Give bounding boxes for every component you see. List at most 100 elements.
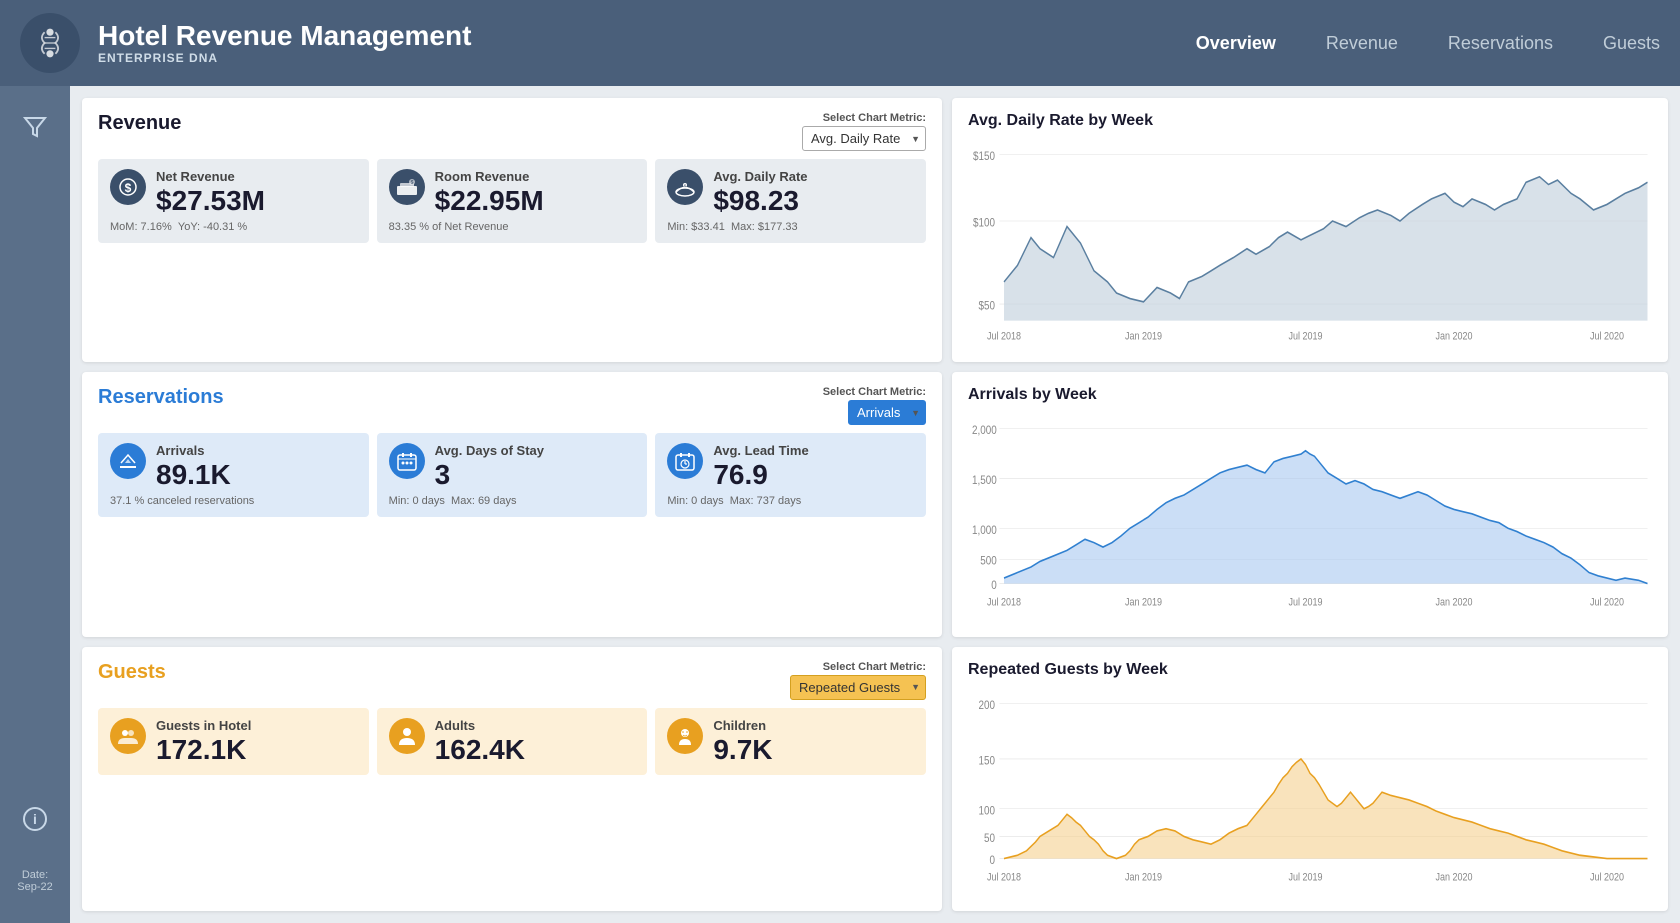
reservations-metrics-row: Arrivals 89.1K 37.1 % canceled reservati…	[98, 433, 926, 517]
svg-text:$150: $150	[973, 150, 995, 163]
avg-daily-rate-icon: $	[667, 169, 703, 205]
revenue-select-wrapper[interactable]: Avg. Daily Rate	[802, 126, 926, 151]
svg-text:50: 50	[984, 832, 995, 845]
svg-text:0: 0	[991, 580, 997, 593]
children-card: Children 9.7K	[655, 708, 926, 776]
reservations-panel: Reservations Select Chart Metric: Arriva…	[82, 372, 942, 636]
svg-text:Jan 2020: Jan 2020	[1435, 872, 1472, 884]
reservations-select-area: Select Chart Metric: Arrivals	[823, 386, 926, 425]
left-panels: Revenue Select Chart Metric: Avg. Daily …	[82, 98, 942, 911]
avg-daily-rate-chart-panel: Avg. Daily Rate by Week $150 $100 $50	[952, 98, 1668, 362]
avg-days-label: Avg. Days of Stay	[435, 443, 544, 458]
svg-text:i: i	[33, 811, 37, 827]
guests-select-wrapper[interactable]: Repeated Guests	[790, 675, 926, 700]
room-revenue-value: $22.95M	[435, 186, 544, 217]
header-title-block: Hotel Revenue Management ENTERPRISE DNA	[98, 21, 1196, 66]
revenue-title: Revenue	[98, 112, 181, 135]
avg-lead-card: Avg. Lead Time 76.9 Min: 0 days Max: 737…	[655, 433, 926, 517]
repeated-guests-chart-panel: Repeated Guests by Week 200 150 100 50 0	[952, 647, 1668, 911]
svg-text:Jul 2020: Jul 2020	[1590, 872, 1624, 884]
svg-text:Jan 2019: Jan 2019	[1125, 872, 1162, 884]
arrivals-chart-panel: Arrivals by Week 2,000 1,500 1,000 500 0	[952, 372, 1668, 636]
avg-daily-rate-sub: Min: $33.41 Max: $177.33	[667, 221, 914, 233]
arrivals-card: Arrivals 89.1K 37.1 % canceled reservati…	[98, 433, 369, 517]
guests-metrics-row: Guests in Hotel 172.1K	[98, 708, 926, 776]
subtitle-rest: DNA	[189, 51, 218, 65]
reservations-title: Reservations	[98, 386, 224, 409]
app-title: Hotel Revenue Management	[98, 21, 1196, 52]
avg-days-sub: Min: 0 days Max: 69 days	[389, 495, 636, 507]
nav-overview[interactable]: Overview	[1196, 33, 1276, 54]
nav-revenue[interactable]: Revenue	[1326, 33, 1398, 54]
guests-hotel-card: Guests in Hotel 172.1K	[98, 708, 369, 776]
avg-daily-rate-card: $ Avg. Daily Rate $98.23 Min: $33.41 Max…	[655, 159, 926, 243]
nav-reservations[interactable]: Reservations	[1448, 33, 1553, 54]
reservations-select-wrapper[interactable]: Arrivals	[848, 400, 926, 425]
filter-icon[interactable]	[15, 106, 55, 146]
guests-select-area: Select Chart Metric: Repeated Guests	[790, 661, 926, 700]
svg-text:Jan 2019: Jan 2019	[1125, 331, 1162, 343]
guests-panel: Guests Select Chart Metric: Repeated Gue…	[82, 647, 942, 911]
svg-text:Jul 2019: Jul 2019	[1289, 331, 1323, 343]
children-icon	[667, 718, 703, 754]
svg-text:$: $	[410, 180, 413, 186]
adults-icon	[389, 718, 425, 754]
repeated-guests-svg: 200 150 100 50 0	[968, 687, 1652, 897]
net-revenue-icon: $	[110, 169, 146, 205]
svg-text:Jul 2019: Jul 2019	[1289, 872, 1323, 884]
room-revenue-icon: $	[389, 169, 425, 205]
net-revenue-card: $ Net Revenue $27.53M MoM: 7.16% YoY: -4…	[98, 159, 369, 243]
repeated-guests-chart-title: Repeated Guests by Week	[968, 661, 1652, 679]
avg-daily-rate-chart-title: Avg. Daily Rate by Week	[968, 112, 1652, 130]
info-icon[interactable]: i	[15, 799, 55, 839]
avg-days-value: 3	[435, 460, 544, 491]
room-revenue-card: $ Room Revenue $22.95M 83.35 % of Net Re…	[377, 159, 648, 243]
guests-header-row: Guests Select Chart Metric: Repeated Gue…	[98, 661, 926, 700]
avg-days-card: Avg. Days of Stay 3 Min: 0 days Max: 69 …	[377, 433, 648, 517]
room-revenue-label: Room Revenue	[435, 169, 544, 184]
guests-title: Guests	[98, 661, 166, 684]
avg-lead-label: Avg. Lead Time	[713, 443, 808, 458]
svg-text:1,500: 1,500	[972, 474, 997, 487]
arrivals-value: 89.1K	[156, 460, 231, 491]
svg-text:Jul 2018: Jul 2018	[987, 597, 1021, 609]
room-revenue-sub: 83.35 % of Net Revenue	[389, 221, 636, 233]
revenue-select-area: Select Chart Metric: Avg. Daily Rate	[802, 112, 926, 151]
adults-value: 162.4K	[435, 735, 525, 766]
svg-text:2,000: 2,000	[972, 425, 997, 438]
svg-text:Jul 2019: Jul 2019	[1289, 597, 1323, 609]
date-label: Date:	[17, 869, 52, 881]
svg-text:$100: $100	[973, 217, 995, 230]
revenue-header-row: Revenue Select Chart Metric: Avg. Daily …	[98, 112, 926, 151]
arrivals-sub: 37.1 % canceled reservations	[110, 495, 357, 507]
avg-daily-rate-chart-area: $150 $100 $50 Jul 2018 Jan 2019	[968, 138, 1652, 348]
logo	[20, 13, 80, 73]
avg-lead-value: 76.9	[713, 460, 808, 491]
sidebar-date: Date: Sep-22	[12, 859, 57, 903]
revenue-metric-select[interactable]: Avg. Daily Rate	[802, 126, 926, 151]
net-revenue-sub: MoM: 7.16% YoY: -40.31 %	[110, 221, 357, 233]
content-area: Revenue Select Chart Metric: Avg. Daily …	[70, 86, 1680, 923]
svg-text:Jan 2019: Jan 2019	[1125, 597, 1162, 609]
avg-lead-sub: Min: 0 days Max: 737 days	[667, 495, 914, 507]
nav-guests[interactable]: Guests	[1603, 33, 1660, 54]
guests-metric-select[interactable]: Repeated Guests	[790, 675, 926, 700]
svg-text:Jul 2018: Jul 2018	[987, 872, 1021, 884]
svg-text:Jul 2020: Jul 2020	[1590, 597, 1624, 609]
arrivals-label: Arrivals	[156, 443, 231, 458]
subtitle-bold: ENTERPRISE	[98, 51, 185, 65]
avg-daily-rate-label: Avg. Daily Rate	[713, 169, 807, 184]
svg-text:Jul 2018: Jul 2018	[987, 331, 1021, 343]
avg-daily-rate-value: $98.23	[713, 186, 807, 217]
svg-text:150: 150	[979, 754, 995, 767]
svg-text:Jan 2020: Jan 2020	[1435, 597, 1472, 609]
net-revenue-label: Net Revenue	[156, 169, 265, 184]
avg-days-icon	[389, 443, 425, 479]
arrivals-icon	[110, 443, 146, 479]
svg-text:Jan 2020: Jan 2020	[1435, 331, 1472, 343]
svg-text:$: $	[125, 181, 132, 195]
arrivals-chart-area: 2,000 1,500 1,000 500 0	[968, 412, 1652, 622]
svg-text:200: 200	[979, 699, 995, 712]
right-panels: Avg. Daily Rate by Week $150 $100 $50	[952, 98, 1668, 911]
reservations-metric-select[interactable]: Arrivals	[848, 400, 926, 425]
